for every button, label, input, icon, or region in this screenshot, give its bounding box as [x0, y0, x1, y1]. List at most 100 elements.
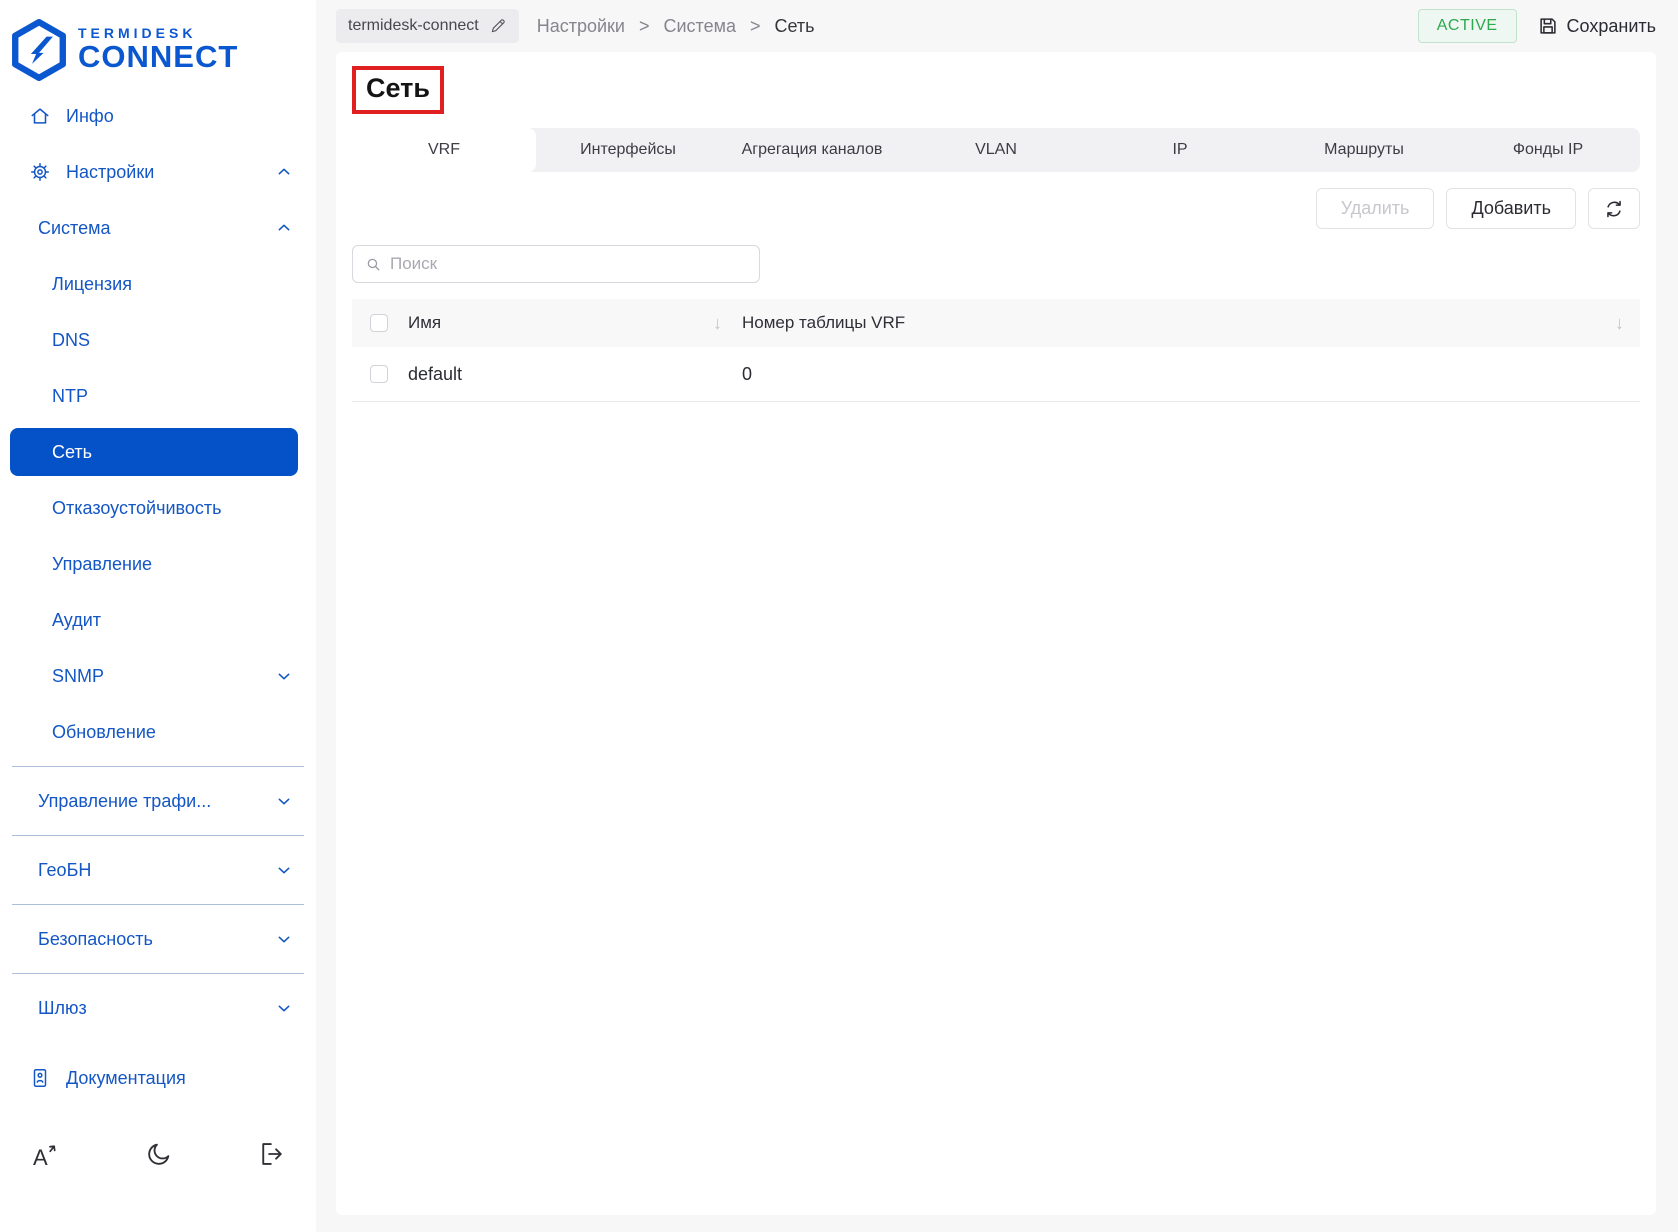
hostname-text: termidesk-connect	[348, 17, 479, 35]
sidebar-item-label: Шлюз	[38, 998, 87, 1019]
tab-interfaces[interactable]: Интерфейсы	[536, 128, 720, 172]
annotation-highlight-box: Сеть	[352, 66, 444, 114]
table-row[interactable]: default 0	[352, 347, 1640, 402]
refresh-button[interactable]	[1588, 188, 1640, 229]
sidebar: TERMIDESK CONNECT Инфо Настройки Система	[0, 0, 316, 1232]
sidebar-item-label: SNMP	[52, 666, 104, 687]
sidebar-item-label: Безопасность	[38, 929, 153, 950]
sidebar-item-label: ГеоБН	[38, 860, 91, 881]
sidebar-item-failover[interactable]: Отказоустойчивость	[0, 480, 316, 536]
font-size-icon[interactable]: A	[30, 1140, 60, 1170]
sidebar-item-system[interactable]: Система	[0, 200, 316, 256]
vrf-table: Имя ↓ Номер таблицы VRF ↓ default 0	[352, 299, 1640, 402]
sidebar-item-label: Система	[38, 218, 111, 239]
sidebar-item-label: Отказоустойчивость	[52, 498, 222, 519]
page-title: Сеть	[366, 73, 430, 104]
sidebar-item-label: Управление трафи...	[38, 791, 211, 812]
tab-routes[interactable]: Маршруты	[1272, 128, 1456, 172]
dark-mode-moon-icon[interactable]	[145, 1140, 173, 1170]
sidebar-divider	[12, 766, 304, 767]
breadcrumb-separator: >	[639, 16, 650, 37]
chevron-down-icon	[276, 793, 292, 809]
breadcrumb-separator: >	[750, 16, 761, 37]
chevron-down-icon	[276, 862, 292, 878]
content-card: Сеть VRF Интерфейсы Агрегация каналов VL…	[336, 52, 1656, 1215]
sidebar-nav: Инфо Настройки Система Лицензия DNS NTP	[0, 88, 316, 1232]
sidebar-item-label: Управление	[52, 554, 152, 575]
breadcrumb-settings[interactable]: Настройки	[537, 16, 625, 37]
search-icon	[365, 256, 382, 273]
sidebar-item-network[interactable]: Сеть	[10, 428, 298, 476]
sidebar-item-traffic-management[interactable]: Управление трафи...	[0, 773, 316, 829]
sort-down-icon[interactable]: ↓	[1615, 313, 1624, 334]
sidebar-item-label: Лицензия	[52, 274, 132, 295]
column-header-name: Имя	[408, 313, 441, 333]
tab-link-aggregation[interactable]: Агрегация каналов	[720, 128, 904, 172]
chevron-down-icon	[276, 1000, 292, 1016]
save-button[interactable]: Сохранить	[1537, 15, 1656, 37]
sidebar-item-label: Документация	[66, 1068, 186, 1089]
sidebar-item-management[interactable]: Управление	[0, 536, 316, 592]
tab-vrf[interactable]: VRF	[352, 128, 536, 172]
sidebar-divider	[12, 973, 304, 974]
chevron-up-icon	[276, 220, 292, 236]
breadcrumb: Настройки > Система > Сеть	[537, 16, 815, 37]
sidebar-divider	[12, 835, 304, 836]
sidebar-item-settings[interactable]: Настройки	[0, 144, 316, 200]
sidebar-item-label: DNS	[52, 330, 90, 351]
sidebar-item-geobn[interactable]: ГеоБН	[0, 842, 316, 898]
row-vrf-table-value: 0	[742, 364, 752, 385]
save-floppy-icon	[1537, 15, 1559, 37]
sidebar-item-label: Настройки	[66, 162, 154, 183]
breadcrumb-network: Сеть	[775, 16, 815, 37]
table-actions: Удалить Добавить	[352, 188, 1640, 229]
home-icon	[28, 105, 52, 127]
sidebar-item-label: Инфо	[66, 106, 114, 127]
edit-hostname-pencil-icon[interactable]	[489, 17, 507, 35]
delete-button[interactable]: Удалить	[1316, 188, 1435, 229]
sidebar-item-license[interactable]: Лицензия	[0, 256, 316, 312]
sidebar-item-label: Обновление	[52, 722, 156, 743]
sidebar-item-security[interactable]: Безопасность	[0, 911, 316, 967]
sidebar-item-label: Аудит	[52, 610, 101, 631]
network-tabs: VRF Интерфейсы Агрегация каналов VLAN IP…	[352, 128, 1640, 172]
brand-logo: TERMIDESK CONNECT	[0, 0, 316, 88]
sort-down-icon[interactable]: ↓	[713, 313, 722, 334]
row-name-value: default	[408, 364, 462, 385]
main-area: termidesk-connect Настройки > Система > …	[316, 0, 1678, 1232]
refresh-icon	[1603, 198, 1625, 220]
chevron-down-icon	[276, 668, 292, 684]
search-box	[352, 245, 760, 283]
row-checkbox[interactable]	[370, 365, 388, 383]
termidesk-hexagon-logo-icon	[10, 18, 68, 82]
sidebar-item-label: Сеть	[52, 442, 92, 463]
chevron-down-icon	[276, 931, 292, 947]
tab-ip-pools[interactable]: Фонды IP	[1456, 128, 1640, 172]
documentation-book-icon	[28, 1067, 52, 1089]
sidebar-item-documentation[interactable]: Документация	[0, 1050, 316, 1106]
column-header-vrf-table-number: Номер таблицы VRF	[742, 313, 905, 333]
sidebar-item-gateway[interactable]: Шлюз	[0, 980, 316, 1036]
sidebar-item-update[interactable]: Обновление	[0, 704, 316, 760]
select-all-checkbox[interactable]	[370, 314, 388, 332]
table-header-row: Имя ↓ Номер таблицы VRF ↓	[352, 299, 1640, 347]
breadcrumb-system[interactable]: Система	[664, 16, 737, 37]
save-button-label: Сохранить	[1567, 16, 1656, 37]
brand-name-bottom: CONNECT	[78, 41, 238, 74]
search-input[interactable]	[390, 254, 747, 274]
sidebar-item-snmp[interactable]: SNMP	[0, 648, 316, 704]
tab-ip[interactable]: IP	[1088, 128, 1272, 172]
sidebar-item-info[interactable]: Инфо	[0, 88, 316, 144]
gear-icon	[28, 161, 52, 183]
tab-vlan[interactable]: VLAN	[904, 128, 1088, 172]
sidebar-item-ntp[interactable]: NTP	[0, 368, 316, 424]
sidebar-item-dns[interactable]: DNS	[0, 312, 316, 368]
logout-icon[interactable]	[258, 1140, 286, 1170]
sidebar-bottom-toolbar: A	[0, 1140, 316, 1170]
sidebar-item-audit[interactable]: Аудит	[0, 592, 316, 648]
topbar: termidesk-connect Настройки > Система > …	[336, 0, 1656, 52]
sidebar-item-label: NTP	[52, 386, 88, 407]
chevron-up-icon	[276, 164, 292, 180]
add-button[interactable]: Добавить	[1446, 188, 1576, 229]
hostname-pill: termidesk-connect	[336, 9, 519, 43]
